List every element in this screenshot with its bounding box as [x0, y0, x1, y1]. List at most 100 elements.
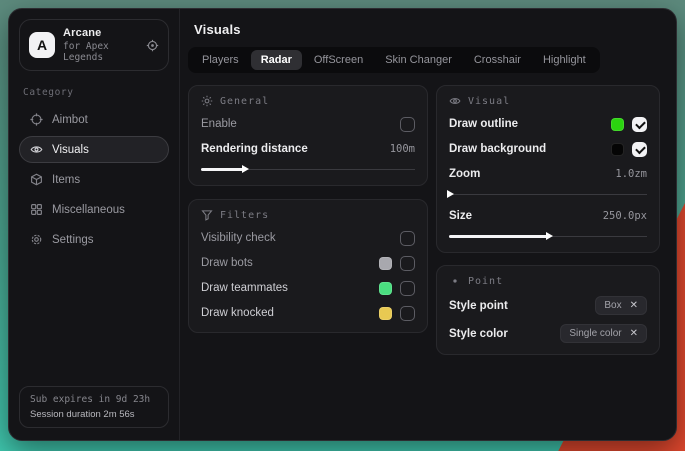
funnel-icon	[201, 209, 213, 221]
slider-thumb[interactable]	[242, 165, 249, 173]
sidebar-item-miscellaneous[interactable]: Miscellaneous	[19, 196, 169, 223]
category-label: Category	[23, 87, 165, 98]
tab-offscreen[interactable]: OffScreen	[304, 50, 373, 70]
draw-bots-checkbox[interactable]	[400, 256, 415, 271]
app-logo: A	[29, 32, 55, 58]
enable-checkbox[interactable]	[400, 117, 415, 132]
gear-icon	[30, 233, 43, 246]
style-color-row: Style color Single color ✕	[449, 324, 647, 343]
draw-knocked-checkbox[interactable]	[400, 306, 415, 321]
session-duration-text: Session duration 2m 56s	[30, 409, 158, 420]
draw-knocked-label: Draw knocked	[201, 307, 379, 319]
tab-radar[interactable]: Radar	[251, 50, 302, 70]
grid-icon	[30, 203, 43, 216]
sidebar-item-label: Settings	[52, 234, 94, 246]
sun-icon	[201, 95, 213, 107]
visibility-check-row: Visibility check	[201, 230, 415, 246]
sub-expires-text: Sub expires in 9d 23h	[30, 394, 158, 405]
sidebar-item-items[interactable]: Items	[19, 166, 169, 193]
page-header: Visuals	[180, 9, 676, 46]
zoom-label: Zoom	[449, 168, 615, 180]
size-value: 250.0px	[603, 210, 647, 222]
app-subtitle: for Apex Legends	[63, 41, 138, 63]
draw-bots-row: Draw bots	[201, 255, 415, 271]
sidebar-item-settings[interactable]: Settings	[19, 226, 169, 253]
eye-icon	[449, 95, 461, 107]
panel-visual: Visual Draw outline Draw background Zoom	[436, 85, 660, 253]
sidebar-item-label: Visuals	[52, 144, 89, 156]
content-area: General Enable Rendering distance 100m	[180, 73, 676, 440]
app-name: Arcane	[63, 27, 138, 39]
panel-point-header: Point	[449, 275, 647, 287]
tab-crosshair[interactable]: Crosshair	[464, 50, 531, 70]
draw-teammates-label: Draw teammates	[201, 282, 379, 294]
draw-background-label: Draw background	[449, 143, 611, 155]
panel-general: General Enable Rendering distance 100m	[188, 85, 428, 186]
style-point-label: Style point	[449, 300, 595, 312]
target-icon[interactable]	[146, 39, 159, 52]
panel-point: Point Style point Box ✕ Style color Sing…	[436, 265, 660, 355]
sidebar-nav: Aimbot Visuals Items	[19, 106, 169, 253]
visibility-check-checkbox[interactable]	[400, 231, 415, 246]
draw-background-color-swatch[interactable]	[611, 143, 624, 156]
sidebar-item-visuals[interactable]: Visuals	[19, 136, 169, 163]
panel-general-header: General	[201, 95, 415, 107]
eye-icon	[30, 143, 43, 156]
draw-teammates-checkbox[interactable]	[400, 281, 415, 296]
point-icon	[449, 275, 461, 287]
sidebar: A Arcane for Apex Legends Category	[9, 9, 180, 440]
app-window: A Arcane for Apex Legends Category	[8, 8, 677, 441]
draw-outline-checkbox[interactable]	[632, 117, 647, 132]
size-slider[interactable]	[449, 231, 647, 241]
rendering-distance-slider[interactable]	[201, 164, 415, 174]
panel-visual-header: Visual	[449, 95, 647, 107]
rendering-distance-label: Rendering distance	[201, 143, 390, 155]
panel-filters: Filters Visibility check Draw bots Draw …	[188, 199, 428, 333]
style-color-label: Style color	[449, 328, 560, 340]
draw-outline-row: Draw outline	[449, 116, 647, 132]
draw-background-row: Draw background	[449, 141, 647, 157]
slider-thumb[interactable]	[546, 232, 553, 240]
zoom-row: Zoom 1.0zm	[449, 166, 647, 182]
style-point-select[interactable]: Box ✕	[595, 296, 647, 315]
draw-knocked-color-swatch[interactable]	[379, 307, 392, 320]
sidebar-item-label: Items	[52, 174, 80, 186]
draw-teammates-row: Draw teammates	[201, 280, 415, 296]
tab-bar: Players Radar OffScreen Skin Changer Cro…	[188, 47, 600, 73]
tab-skin-changer[interactable]: Skin Changer	[375, 50, 462, 70]
draw-bots-color-swatch[interactable]	[379, 257, 392, 270]
tab-players[interactable]: Players	[192, 50, 249, 70]
draw-bots-label: Draw bots	[201, 257, 379, 269]
main-panel: Visuals Players Radar OffScreen Skin Cha…	[180, 9, 676, 440]
enable-row: Enable	[201, 116, 415, 132]
draw-outline-label: Draw outline	[449, 118, 611, 130]
style-point-row: Style point Box ✕	[449, 296, 647, 315]
tab-highlight[interactable]: Highlight	[533, 50, 596, 70]
draw-background-checkbox[interactable]	[632, 142, 647, 157]
zoom-value: 1.0zm	[615, 168, 647, 180]
enable-label: Enable	[201, 118, 400, 130]
sidebar-item-label: Miscellaneous	[52, 204, 125, 216]
remove-icon[interactable]: ✕	[630, 329, 638, 339]
rendering-distance-row: Rendering distance 100m	[201, 141, 415, 157]
sidebar-item-label: Aimbot	[52, 114, 88, 126]
draw-knocked-row: Draw knocked	[201, 305, 415, 321]
draw-teammates-color-swatch[interactable]	[379, 282, 392, 295]
panel-filters-header: Filters	[201, 209, 415, 221]
box-icon	[30, 173, 43, 186]
sidebar-item-aimbot[interactable]: Aimbot	[19, 106, 169, 133]
visibility-check-label: Visibility check	[201, 232, 400, 244]
remove-icon[interactable]: ✕	[630, 301, 638, 311]
page-title: Visuals	[194, 22, 662, 37]
app-title-block: Arcane for Apex Legends	[63, 27, 138, 63]
zoom-slider[interactable]	[449, 189, 647, 199]
rendering-distance-value: 100m	[390, 143, 415, 155]
size-row: Size 250.0px	[449, 208, 647, 224]
style-color-select[interactable]: Single color ✕	[560, 324, 647, 343]
slider-thumb[interactable]	[447, 190, 454, 198]
draw-outline-color-swatch[interactable]	[611, 118, 624, 131]
size-label: Size	[449, 210, 603, 222]
subscription-card: Sub expires in 9d 23h Session duration 2…	[19, 386, 169, 428]
crosshair-icon	[30, 113, 43, 126]
app-header-card: A Arcane for Apex Legends	[19, 19, 169, 71]
